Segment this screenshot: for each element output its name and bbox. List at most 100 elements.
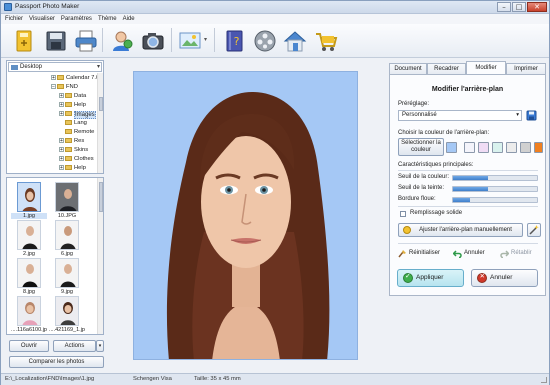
- title-bar: Passport Photo Maker – □ ✕: [1, 1, 549, 14]
- reset-button[interactable]: Réinitialiser: [409, 250, 440, 256]
- tree-item-selected[interactable]: + Images: [59, 111, 96, 119]
- camera-icon[interactable]: [138, 26, 166, 54]
- swatch-light-gray[interactable]: [506, 142, 517, 153]
- minimize-button[interactable]: –: [497, 2, 511, 12]
- photo-canvas[interactable]: [108, 60, 385, 372]
- menu-help[interactable]: Aide: [123, 16, 135, 22]
- wizard-icon[interactable]: [106, 26, 134, 54]
- apply-button[interactable]: ✓ Appliquer: [397, 269, 464, 287]
- expand-icon[interactable]: +: [59, 147, 64, 153]
- swatch-light-blue[interactable]: [446, 142, 457, 153]
- menu-settings[interactable]: Paramètres: [61, 16, 92, 22]
- home-icon[interactable]: [280, 26, 308, 54]
- tree-item[interactable]: + Res: [59, 138, 84, 146]
- expand-icon[interactable]: +: [59, 156, 64, 162]
- crop-tool-icon[interactable]: [175, 26, 203, 54]
- color-label: Choisir la couleur de l'arrière-plan:: [398, 130, 490, 136]
- expand-icon[interactable]: +: [59, 165, 64, 171]
- resize-grip-icon[interactable]: [541, 377, 547, 383]
- magic-wand-button[interactable]: [527, 223, 541, 237]
- chevron-down-icon[interactable]: ▾: [204, 36, 207, 43]
- thumbnail-item[interactable]: 6.jpg: [49, 220, 85, 258]
- redo-button[interactable]: Rétablir: [511, 250, 532, 256]
- menu-file[interactable]: Fichier: [5, 16, 23, 22]
- divider: [398, 170, 538, 171]
- undo-button[interactable]: Annuler: [464, 250, 485, 256]
- manual-adjust-button[interactable]: Ajuster l'arrière-plan manuellement: [398, 223, 523, 237]
- collapse-icon[interactable]: −: [51, 84, 56, 90]
- thumbnail-grid[interactable]: 1.jpg 10.JPG 2.jpg 6.jpg 8.jpg 9.jpg ...…: [6, 177, 104, 335]
- select-color-button[interactable]: Sélectionner la couleur: [398, 138, 444, 156]
- actions-button[interactable]: Actions: [53, 340, 96, 352]
- thumbnail-item[interactable]: 10.JPG: [49, 182, 85, 220]
- menu-view[interactable]: Visualiser: [29, 16, 55, 22]
- tree-item[interactable]: + Data: [59, 93, 86, 101]
- maximize-button[interactable]: □: [512, 2, 526, 12]
- cancel-button[interactable]: ✕ Annuler: [471, 269, 538, 287]
- blur-border-slider[interactable]: [452, 197, 538, 203]
- actions-dropdown-icon[interactable]: ▾: [96, 340, 104, 352]
- tree-item[interactable]: + Help: [59, 102, 86, 110]
- folder-icon: [65, 129, 72, 134]
- thumbnail-item[interactable]: 2.jpg: [11, 220, 47, 258]
- swatch-mint[interactable]: [492, 142, 503, 153]
- expand-icon[interactable]: +: [59, 111, 64, 117]
- tree-item[interactable]: + Calendar 7.0: [51, 75, 99, 83]
- chevron-down-icon: ▾: [516, 112, 519, 118]
- fill-solid-label: Remplissage solide: [410, 210, 463, 216]
- thumbnail-item[interactable]: 8.jpg: [11, 258, 47, 296]
- folder-icon: [65, 165, 72, 170]
- tree-item[interactable]: + Skins: [59, 147, 88, 155]
- thumbnail-scrollbar[interactable]: [97, 178, 103, 334]
- help-book-icon[interactable]: ?: [219, 26, 247, 54]
- save-icon[interactable]: [41, 26, 69, 54]
- open-icon[interactable]: [9, 26, 37, 54]
- tree-item[interactable]: + Clothes: [59, 156, 94, 164]
- save-preset-icon[interactable]: [526, 110, 537, 121]
- reset-icon[interactable]: [398, 249, 407, 258]
- swatch-lavender[interactable]: [478, 142, 489, 153]
- menu-theme[interactable]: Thème: [98, 16, 117, 22]
- open-button[interactable]: Ouvrir: [9, 340, 49, 352]
- swatch-gray[interactable]: [520, 142, 531, 153]
- thumbnail-item[interactable]: 1.jpg: [11, 182, 47, 220]
- tree-item[interactable]: − FND: [51, 84, 78, 92]
- expand-icon[interactable]: +: [59, 138, 64, 144]
- close-button[interactable]: ✕: [527, 2, 547, 12]
- tree-item[interactable]: + Help: [59, 165, 86, 173]
- thumbnail-caption: 6.jpg: [61, 251, 73, 257]
- tint-threshold-slider[interactable]: [452, 186, 538, 192]
- color-threshold-slider[interactable]: [452, 175, 538, 181]
- tab-edit[interactable]: Modifier: [466, 61, 506, 75]
- portrait-photo[interactable]: [133, 71, 358, 360]
- tree-item[interactable]: Remote: [65, 129, 94, 137]
- expand-icon[interactable]: +: [59, 93, 64, 99]
- thumbnail-item[interactable]: ....116a6100.jpg: [11, 296, 47, 334]
- swatch-white[interactable]: [464, 142, 475, 153]
- drive-selector[interactable]: Desktop ▾: [8, 62, 102, 72]
- tree-scrollbar[interactable]: [97, 73, 103, 173]
- thumbnail-item[interactable]: 9.jpg: [49, 258, 85, 296]
- main-features-label: Caractéristiques principales:: [398, 162, 474, 168]
- scrollbar-thumb[interactable]: [99, 182, 103, 212]
- thumbnail-caption: ....116a6100.jpg: [11, 327, 47, 333]
- expand-icon[interactable]: +: [59, 102, 64, 108]
- divider: [398, 206, 538, 207]
- redo-icon[interactable]: [500, 249, 510, 259]
- preset-label: Préréglage:: [398, 101, 430, 107]
- compare-photos-button[interactable]: Comparer les photos: [9, 356, 104, 368]
- swatch-orange[interactable]: [534, 142, 543, 153]
- tree-item[interactable]: Lang: [65, 120, 87, 128]
- print-icon[interactable]: [71, 26, 99, 54]
- folder-tree[interactable]: Desktop ▾ + Calendar 7.0 − FND + Data + Help…: [6, 60, 104, 174]
- thumbnail-image: [17, 182, 41, 212]
- expand-icon[interactable]: +: [51, 75, 56, 81]
- cart-icon[interactable]: [311, 26, 339, 54]
- video-reel-icon[interactable]: [250, 26, 278, 54]
- fill-solid-checkbox[interactable]: [400, 211, 406, 217]
- undo-icon[interactable]: [452, 249, 462, 259]
- toolbar-separator: [214, 28, 215, 52]
- preset-select[interactable]: Personnalisé ▾: [398, 110, 522, 121]
- scrollbar-thumb[interactable]: [99, 97, 103, 111]
- thumbnail-item[interactable]: ....421169_1.jpg: [49, 296, 85, 334]
